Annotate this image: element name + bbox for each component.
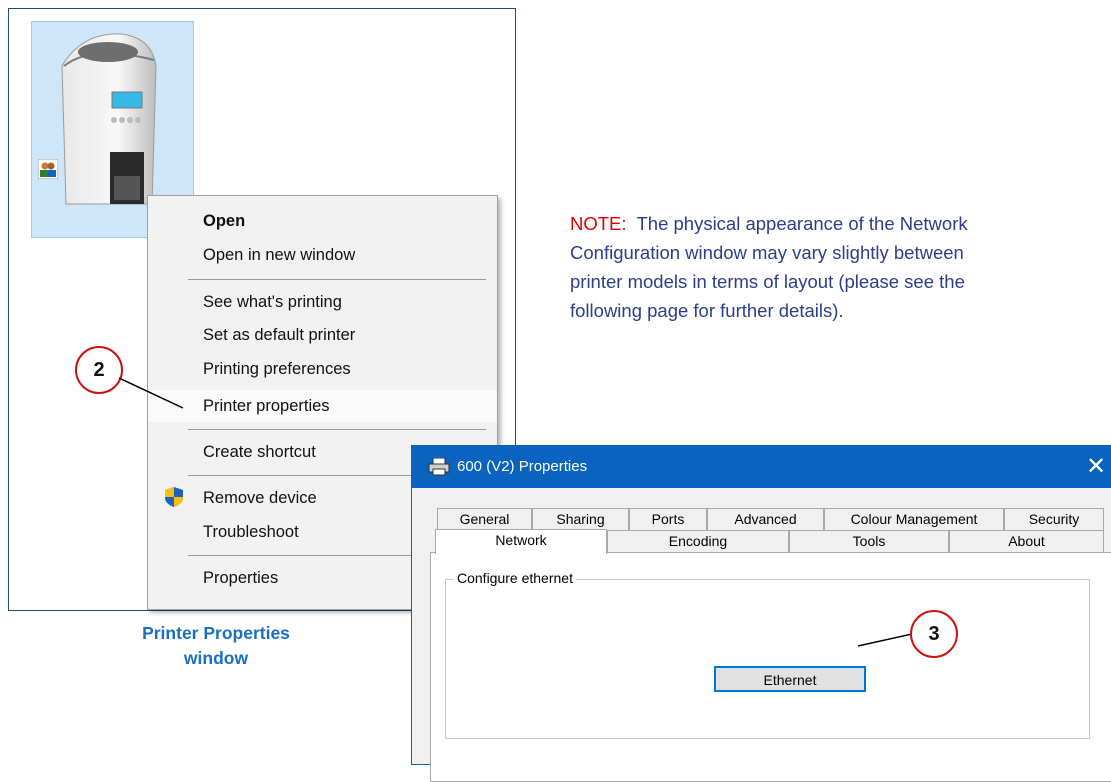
note-line-2: Configuration window may vary slightly b… <box>570 242 964 263</box>
note-label: NOTE: <box>570 213 627 234</box>
tab-sharing[interactable]: Sharing <box>532 508 629 530</box>
dialog-title-bar[interactable]: 600 (V2) Properties ✕ <box>412 446 1111 488</box>
shared-users-icon <box>38 159 58 179</box>
tab-encoding[interactable]: Encoding <box>607 530 789 552</box>
group-label: Configure ethernet <box>454 570 576 586</box>
ethernet-button[interactable]: Ethernet <box>714 666 866 692</box>
menu-item-open[interactable]: Open <box>148 205 497 237</box>
tab-tools[interactable]: Tools <box>789 530 949 552</box>
tab-security[interactable]: Security <box>1004 508 1104 530</box>
close-icon[interactable]: ✕ <box>1086 446 1106 488</box>
note-text: NOTE: The physical appearance of the Net… <box>570 209 1111 325</box>
tab-general[interactable]: General <box>437 508 532 530</box>
menu-separator <box>188 279 486 280</box>
card-printer-icon <box>61 33 157 205</box>
step-3-callout: 3 <box>910 610 958 658</box>
dialog-title: 600 (V2) Properties <box>457 458 588 475</box>
configure-ethernet-group: Configure ethernet Ethernet <box>445 570 1090 739</box>
callout-2-leader-line <box>118 377 184 409</box>
tab-colour-management[interactable]: Colour Management <box>824 508 1004 530</box>
tab-about[interactable]: About <box>949 530 1104 552</box>
tab-network[interactable]: Network <box>435 529 607 554</box>
caption-line-1: Printer Properties <box>142 623 290 643</box>
menu-item-open-new-window[interactable]: Open in new window <box>148 239 497 271</box>
menu-item-set-default-printer[interactable]: Set as default printer <box>148 319 497 351</box>
caption-line-2: window <box>183 648 249 668</box>
printer-properties-dialog: 600 (V2) Properties ✕ General Sharing Po… <box>411 445 1111 782</box>
menu-item-printing-preferences[interactable]: Printing preferences <box>148 353 497 385</box>
tab-ports[interactable]: Ports <box>629 508 707 530</box>
step-2-callout: 2 <box>75 346 123 394</box>
note-line-4: following page for further details). <box>570 300 844 321</box>
tab-advanced[interactable]: Advanced <box>707 508 824 530</box>
menu-separator <box>188 429 486 430</box>
printer-icon <box>428 458 450 476</box>
menu-item-see-whats-printing[interactable]: See what's printing <box>148 286 497 318</box>
note-line-3: printer models in terms of layout (pleas… <box>570 271 965 292</box>
menu-item-printer-properties[interactable]: Printer properties <box>148 390 497 422</box>
figure-caption: Printer Properties window <box>96 621 336 671</box>
note-line-1: The physical appearance of the Network <box>626 213 968 234</box>
network-tab-panel: Configure ethernet Ethernet <box>430 552 1111 782</box>
